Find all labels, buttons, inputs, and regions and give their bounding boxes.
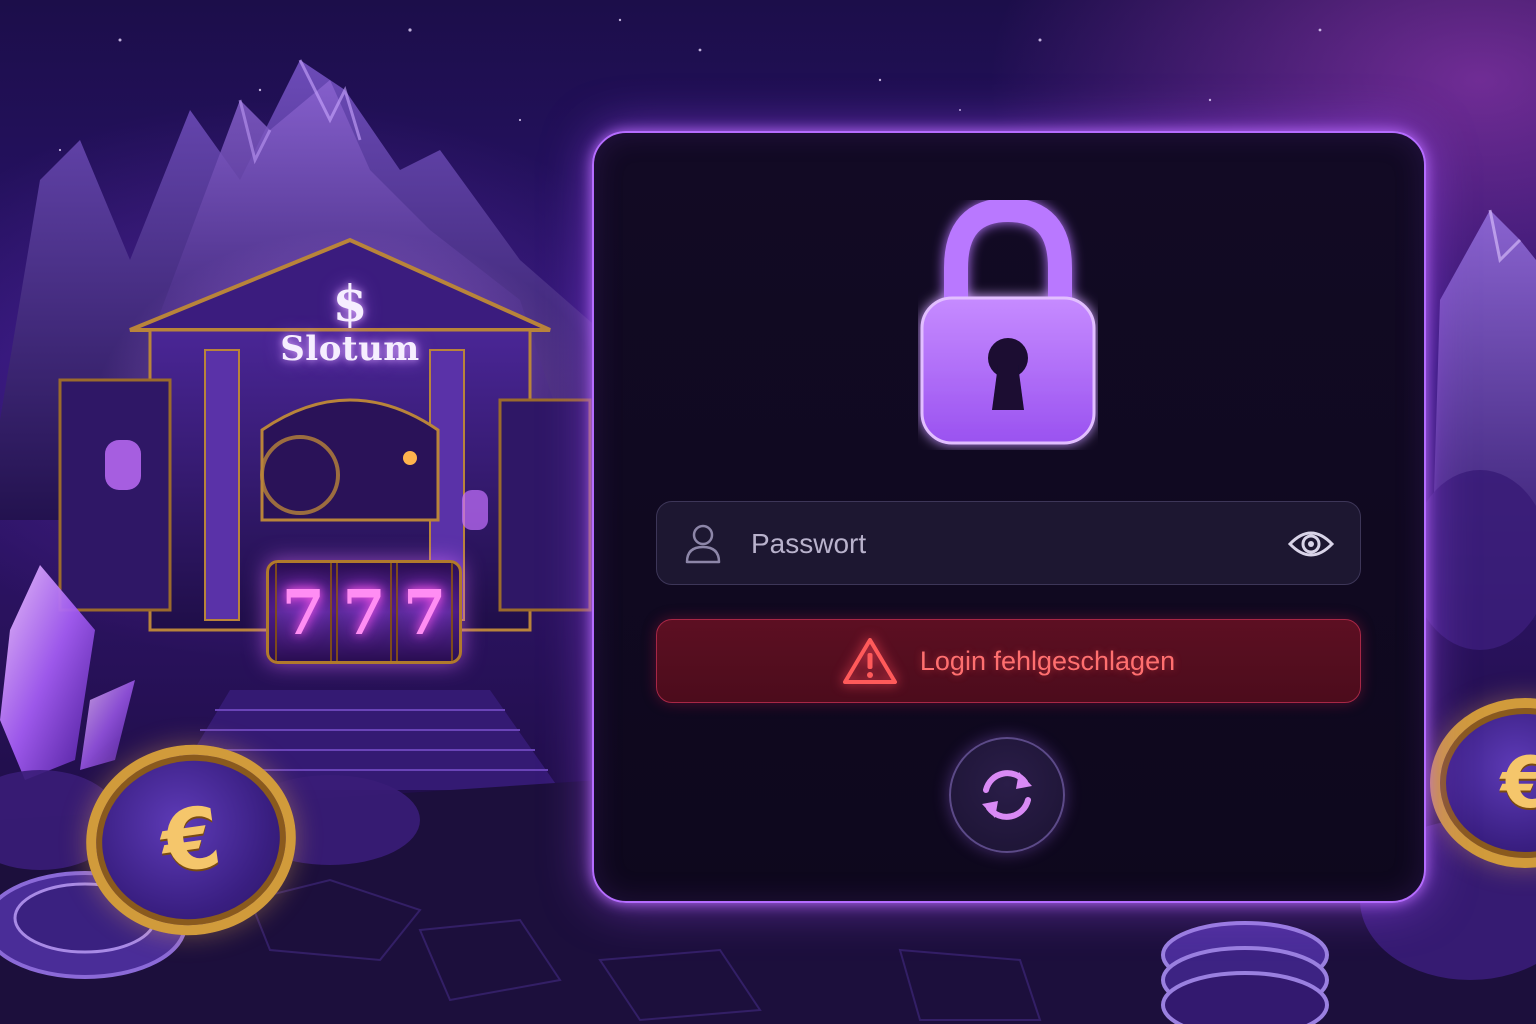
retry-button[interactable] bbox=[949, 737, 1065, 853]
warning-triangle-icon bbox=[842, 638, 897, 684]
slot-reel: 7 bbox=[275, 563, 332, 661]
slot-reel: 7 bbox=[335, 563, 393, 661]
casino-logo-symbol: $ bbox=[332, 274, 368, 333]
error-banner: Login fehlgeschlagen bbox=[656, 619, 1361, 703]
slot-reel: 7 bbox=[396, 563, 454, 661]
casino-name: Slotum bbox=[280, 329, 420, 369]
refresh-icon bbox=[982, 770, 1032, 820]
password-input[interactable] bbox=[751, 519, 1271, 569]
error-message: Login fehlgeschlagen bbox=[919, 645, 1176, 676]
password-field[interactable] bbox=[656, 501, 1361, 585]
login-screen: $ Slotum 7 7 7 € € Login fehlgeschlagen bbox=[0, 0, 1536, 1024]
eye-icon[interactable] bbox=[1288, 524, 1334, 564]
padlock-icon bbox=[918, 200, 1098, 450]
casino-sign: $ Slotum bbox=[262, 274, 438, 369]
user-icon bbox=[685, 524, 721, 564]
slot-machine-reels: 7 7 7 bbox=[266, 560, 462, 664]
